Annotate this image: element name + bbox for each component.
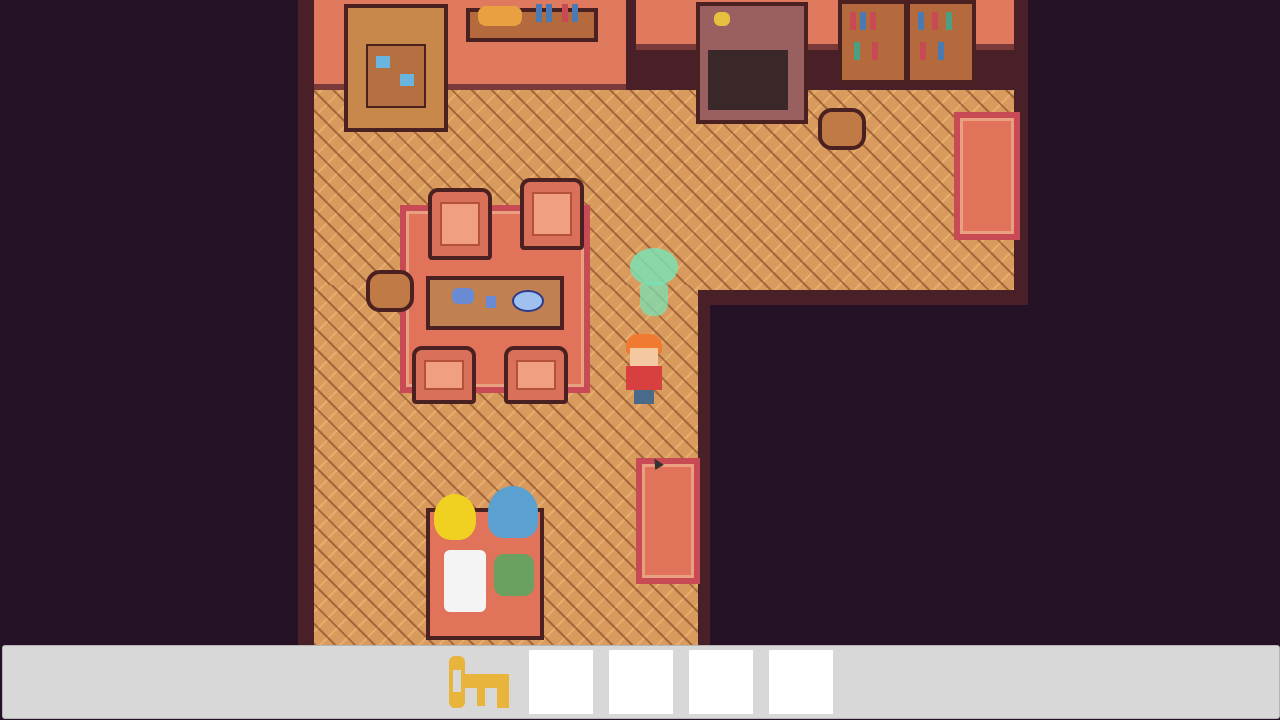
book-icon bbox=[932, 12, 938, 30]
cabinet-glass bbox=[366, 44, 426, 108]
wall-shelf bbox=[466, 4, 598, 42]
white-dog-plush[interactable] bbox=[444, 550, 486, 612]
book-icon bbox=[920, 42, 926, 60]
teapot-icon bbox=[452, 288, 474, 304]
cup-icon bbox=[486, 296, 496, 308]
key-icon bbox=[449, 656, 509, 708]
stool[interactable] bbox=[366, 270, 414, 312]
candle-icon bbox=[714, 12, 730, 26]
ghost-head bbox=[630, 248, 678, 286]
bookshelf-right[interactable] bbox=[906, 0, 976, 84]
bottles bbox=[478, 6, 522, 26]
book-icon bbox=[536, 4, 542, 22]
blue-vase-icon bbox=[400, 74, 414, 86]
player-legs bbox=[634, 390, 654, 404]
dining-table[interactable] bbox=[426, 276, 564, 330]
fireplace[interactable] bbox=[696, 2, 808, 124]
ghost-body bbox=[640, 282, 668, 316]
blue-ghost-plush[interactable] bbox=[488, 486, 538, 538]
player-face bbox=[630, 348, 658, 366]
chair[interactable] bbox=[428, 188, 492, 260]
green-frog-plush[interactable] bbox=[494, 554, 534, 596]
display-cabinet[interactable] bbox=[344, 4, 448, 132]
book-icon bbox=[946, 12, 952, 30]
game-scene[interactable] bbox=[0, 0, 1280, 645]
chair[interactable] bbox=[504, 346, 568, 404]
player-character[interactable] bbox=[624, 334, 664, 406]
inventory-slot-5[interactable] bbox=[769, 650, 833, 714]
book-icon bbox=[850, 12, 856, 30]
inventory-slot-3[interactable] bbox=[609, 650, 673, 714]
inventory-slot-4[interactable] bbox=[689, 650, 753, 714]
ghost-npc[interactable] bbox=[626, 248, 682, 318]
chair[interactable] bbox=[412, 346, 476, 404]
doormat-lower bbox=[636, 458, 700, 584]
fireplace-opening bbox=[708, 50, 788, 110]
chair[interactable] bbox=[520, 178, 584, 250]
book-icon bbox=[870, 12, 876, 30]
inventory-slot-2[interactable] bbox=[529, 650, 593, 714]
book-icon bbox=[872, 42, 878, 60]
bookshelf-left[interactable] bbox=[838, 0, 908, 84]
book-icon bbox=[854, 42, 860, 60]
book-icon bbox=[546, 4, 552, 22]
book-icon bbox=[918, 12, 924, 30]
yellow-chick-plush[interactable] bbox=[434, 494, 476, 540]
plate-icon bbox=[512, 290, 544, 312]
player-jacket bbox=[626, 366, 662, 390]
book-icon bbox=[572, 4, 578, 22]
book-icon bbox=[938, 42, 944, 60]
stool[interactable] bbox=[818, 108, 866, 150]
book-icon bbox=[860, 12, 866, 30]
doormat-right bbox=[954, 112, 1020, 240]
book-icon bbox=[562, 4, 568, 22]
blue-vase-icon bbox=[376, 56, 390, 68]
inventory-slot-1[interactable] bbox=[447, 650, 511, 714]
inventory-bar bbox=[2, 645, 1280, 719]
